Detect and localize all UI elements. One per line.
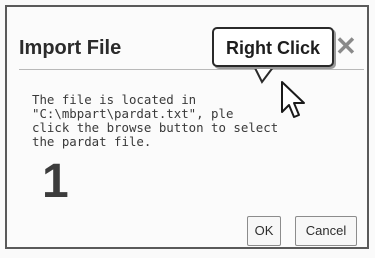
arrow-cursor-icon xyxy=(281,81,305,118)
callout-label: Right Click xyxy=(225,38,320,58)
right-click-callout: Right Click xyxy=(212,27,334,67)
